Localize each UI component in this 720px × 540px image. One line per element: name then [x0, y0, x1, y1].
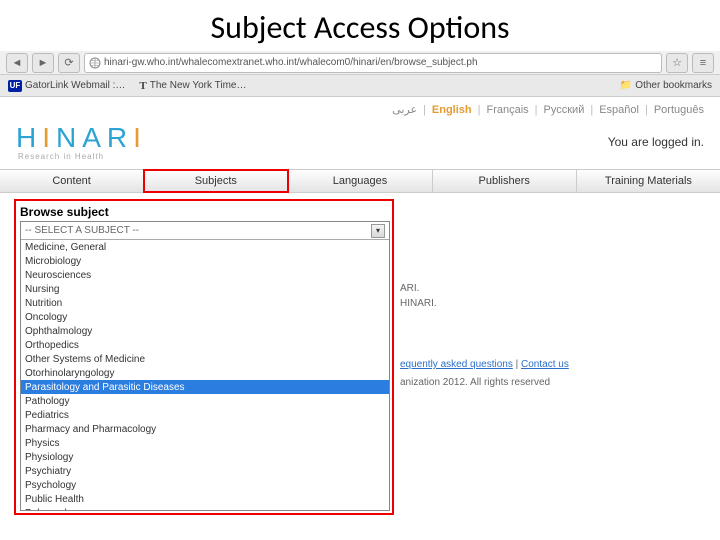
bookmark-label: GatorLink Webmail :…	[25, 80, 125, 91]
dropdown-placeholder: -- SELECT A SUBJECT --	[25, 225, 139, 236]
lang-french[interactable]: Français	[486, 104, 528, 116]
bookmark-label: The New York Time…	[150, 80, 247, 91]
subject-option[interactable]: Oncology	[21, 310, 389, 324]
reload-button[interactable]: ⟳	[58, 53, 80, 73]
forward-button[interactable]: ►	[32, 53, 54, 73]
nav-subjects[interactable]: Subjects	[144, 170, 288, 192]
login-status: You are logged in.	[608, 135, 704, 149]
nav-publishers[interactable]: Publishers	[433, 170, 577, 192]
logo-subtitle: Research in Health	[18, 152, 147, 161]
subject-option[interactable]: Psychiatry	[21, 464, 389, 478]
subject-option[interactable]: Neurosciences	[21, 268, 389, 282]
subject-option[interactable]: Microbiology	[21, 254, 389, 268]
bookmark-gatorlink[interactable]: UF GatorLink Webmail :…	[8, 80, 125, 92]
subject-option[interactable]: Nutrition	[21, 296, 389, 310]
nav-training[interactable]: Training Materials	[577, 170, 720, 192]
chevron-down-icon[interactable]: ▾	[371, 224, 385, 238]
dropdown-selected[interactable]: -- SELECT A SUBJECT -- ▾	[21, 222, 389, 240]
bookmarks-bar: UF GatorLink Webmail :… T The New York T…	[0, 75, 720, 97]
globe-icon	[89, 57, 101, 69]
browser-toolbar: ◄ ► ⟳ hinari-gw.who.int/whalecomextranet…	[0, 51, 720, 75]
url-text: hinari-gw.who.int/whalecomextranet.who.i…	[104, 57, 478, 68]
address-bar[interactable]: hinari-gw.who.int/whalecomextranet.who.i…	[84, 53, 662, 73]
copyright-text: anization 2012. All rights reserved	[400, 377, 550, 388]
faq-link[interactable]: equently asked questions	[400, 359, 513, 370]
folder-icon: 📁	[620, 80, 632, 91]
main-nav: Content Subjects Languages Publishers Tr…	[0, 169, 720, 193]
bg-snippet: HINARI.	[400, 298, 437, 309]
nav-languages[interactable]: Languages	[288, 170, 432, 192]
subject-option[interactable]: Physiology	[21, 450, 389, 464]
back-button[interactable]: ◄	[6, 53, 28, 73]
subject-option[interactable]: Psychology	[21, 478, 389, 492]
uf-icon: UF	[8, 80, 22, 92]
subject-option[interactable]: Public Health	[21, 492, 389, 506]
bg-snippet: ARI.	[400, 283, 419, 294]
browse-title: Browse subject	[20, 205, 388, 219]
slide-title: Subject Access Options	[0, 0, 720, 51]
nyt-icon: T	[139, 80, 146, 92]
subject-option[interactable]: Orthopedics	[21, 338, 389, 352]
subject-option[interactable]: Pathology	[21, 394, 389, 408]
lang-arabic[interactable]: عربى	[392, 103, 417, 116]
browse-subject-box: Browse subject -- SELECT A SUBJECT -- ▾ …	[14, 199, 394, 515]
contact-link[interactable]: Contact us	[521, 359, 569, 370]
subject-option[interactable]: Otorhinolaryngology	[21, 366, 389, 380]
lang-english[interactable]: English	[432, 104, 472, 116]
subject-dropdown[interactable]: -- SELECT A SUBJECT -- ▾ Medicine, Gener…	[20, 221, 390, 511]
subject-option[interactable]: Physics	[21, 436, 389, 450]
subject-option[interactable]: Pharmacy and Pharmacology	[21, 422, 389, 436]
subject-option[interactable]: Pediatrics	[21, 408, 389, 422]
hinari-logo: HINARI Research in Health	[16, 122, 147, 161]
subject-option[interactable]: Pulmonology	[21, 506, 389, 510]
subject-option[interactable]: Parasitology and Parasitic Diseases	[21, 380, 389, 394]
lang-portuguese[interactable]: Português	[654, 104, 704, 116]
nav-content[interactable]: Content	[0, 170, 144, 192]
bg-links: equently asked questions | Contact us	[400, 359, 569, 370]
subject-option[interactable]: Nursing	[21, 282, 389, 296]
content-area: ARI. HINARI. equently asked questions | …	[0, 193, 720, 213]
language-bar: عربى | English | Français | Русский | Es…	[0, 97, 720, 118]
bookmark-nyt[interactable]: T The New York Time…	[139, 80, 246, 92]
dropdown-list[interactable]: Medicine, GeneralMicrobiologyNeuroscienc…	[21, 240, 389, 510]
subject-option[interactable]: Medicine, General	[21, 240, 389, 254]
star-icon[interactable]: ☆	[666, 53, 688, 73]
subject-option[interactable]: Other Systems of Medicine	[21, 352, 389, 366]
lang-spanish[interactable]: Español	[599, 104, 639, 116]
other-bookmarks[interactable]: 📁 Other bookmarks	[620, 80, 712, 91]
lang-russian[interactable]: Русский	[544, 104, 585, 116]
brand-row: HINARI Research in Health You are logged…	[0, 118, 720, 169]
menu-icon[interactable]: ≡	[692, 53, 714, 73]
subject-option[interactable]: Ophthalmology	[21, 324, 389, 338]
bookmark-label: Other bookmarks	[635, 80, 712, 91]
logo-text: HINARI	[16, 122, 147, 154]
